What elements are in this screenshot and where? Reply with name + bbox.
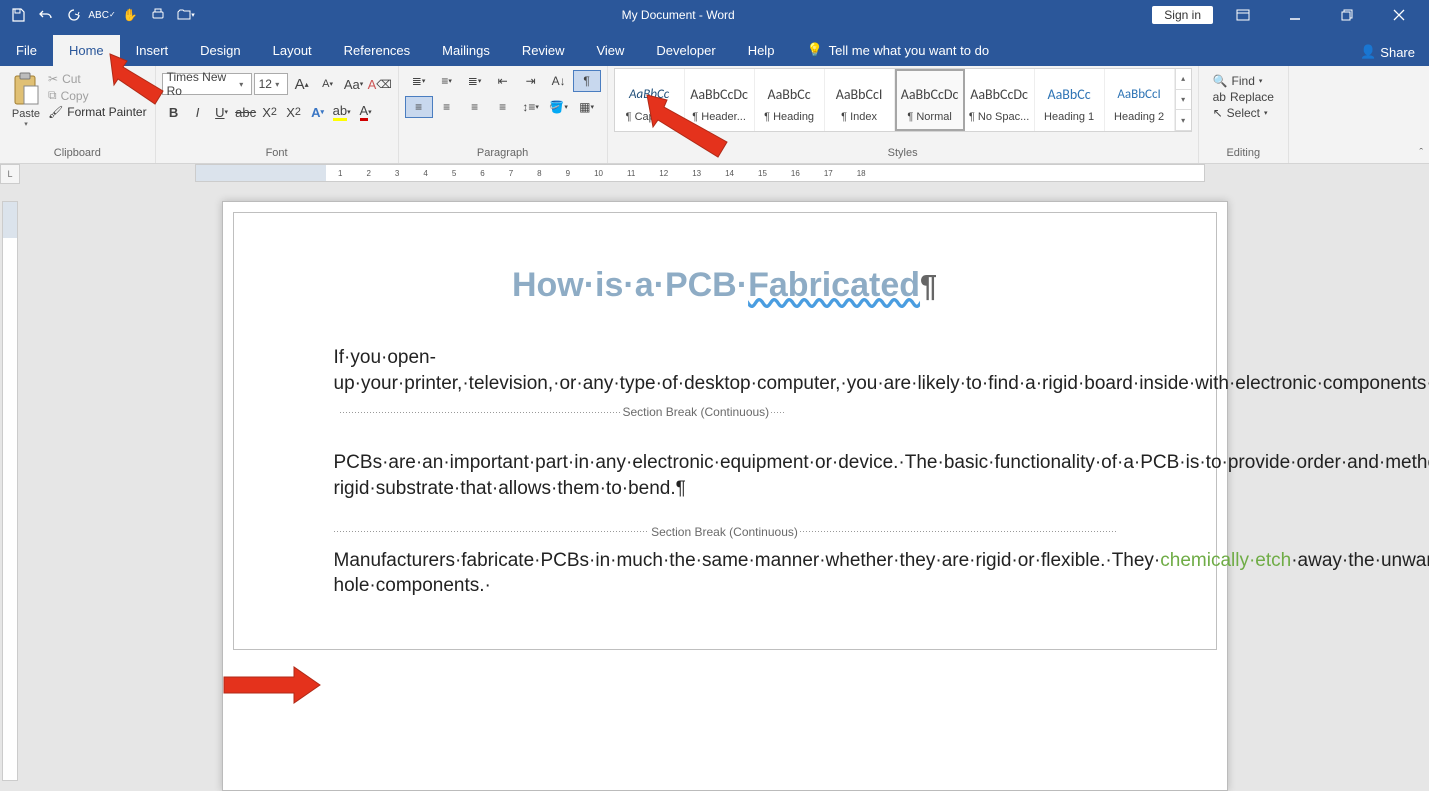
multilevel-icon[interactable]: ≣▾ <box>461 70 489 92</box>
group-paragraph: ≣▾ ≡▾ ≣▾ ⇤ ⇥ A↓ ¶ ≡ ≡ ≡ ≡ ↕≡▾ 🪣▾ ▦▾ Para… <box>399 66 608 163</box>
title-bar: ABC✓ ✋ ▾ My Document - Word Sign in <box>0 0 1429 30</box>
menu-bar: File Home Insert Design Layout Reference… <box>0 30 1429 66</box>
shrink-font-icon[interactable]: A▾ <box>316 72 340 96</box>
align-left-icon[interactable]: ≡ <box>405 96 433 118</box>
group-font: Times New Ro▾ 12▾ A▴ A▾ Aa▾ A⌫ B I U▾ ab… <box>156 66 399 163</box>
style-item[interactable]: AaBbCcIHeading 2 <box>1105 69 1175 131</box>
bold-button[interactable]: B <box>162 100 186 124</box>
paste-icon <box>11 72 41 108</box>
section-break-mark: Section Break (Continuous) <box>340 404 786 420</box>
copy-icon: ⧉ <box>48 88 57 103</box>
shading-icon[interactable]: 🪣▾ <box>545 96 573 118</box>
font-name-combo[interactable]: Times New Ro▾ <box>162 73 252 95</box>
search-icon: 🔍 <box>1213 74 1228 88</box>
paste-button[interactable]: Paste ▾ <box>6 68 46 128</box>
spellcheck-icon[interactable]: ABC✓ <box>90 3 114 27</box>
replace-icon: ab <box>1213 90 1226 104</box>
tab-review[interactable]: Review <box>506 35 581 66</box>
font-color-icon[interactable]: A▾ <box>354 100 378 124</box>
font-size-combo[interactable]: 12▾ <box>254 73 288 95</box>
app-title: My Document - Word <box>204 8 1152 22</box>
annotation-arrow <box>105 51 165 116</box>
document-content[interactable]: How·is·a·PCB·Fabricated¶ If·you·open-up·… <box>233 212 1217 650</box>
brush-icon: 🖌 <box>48 105 63 119</box>
scissors-icon: ✂ <box>48 72 58 86</box>
tab-layout[interactable]: Layout <box>257 35 328 66</box>
find-button[interactable]: 🔍Find▾ <box>1213 74 1274 88</box>
minimize-icon[interactable] <box>1273 0 1317 30</box>
tab-file[interactable]: File <box>0 35 53 66</box>
show-hide-pilcrow-button[interactable]: ¶ <box>573 70 601 92</box>
text-effects-icon[interactable]: A▾ <box>306 100 330 124</box>
highlight-color-icon[interactable]: ab▾ <box>330 100 354 124</box>
change-case-icon[interactable]: Aa▾ <box>342 72 366 96</box>
decrease-indent-icon[interactable]: ⇤ <box>489 70 517 92</box>
italic-button[interactable]: I <box>186 100 210 124</box>
bullets-icon[interactable]: ≣▾ <box>405 70 433 92</box>
line-spacing-icon[interactable]: ↕≡▾ <box>517 96 545 118</box>
tell-me-search[interactable]: 💡 Tell me what you want to do <box>790 34 1005 66</box>
collapse-ribbon-icon[interactable]: ˆ <box>1419 147 1423 159</box>
justify-icon[interactable]: ≡ <box>489 96 517 118</box>
cursor-icon: ↖ <box>1213 106 1223 120</box>
sort-icon[interactable]: A↓ <box>545 70 573 92</box>
paragraph-2: PCBs·are·an·important·part·in·any·electr… <box>334 450 1116 501</box>
superscript-button[interactable]: X2 <box>282 100 306 124</box>
hyperlink[interactable]: chemically·etch <box>1160 550 1291 571</box>
paragraph-3: Manufacturers·fabricate·PCBs·in·much·the… <box>334 548 1116 599</box>
group-editing: 🔍Find▾ abReplace ↖Select▾ Editing <box>1199 66 1289 163</box>
tab-references[interactable]: References <box>328 35 426 66</box>
signin-button[interactable]: Sign in <box>1152 6 1213 24</box>
ribbon-display-icon[interactable] <box>1221 0 1265 30</box>
underline-button[interactable]: U▾ <box>210 100 234 124</box>
select-button[interactable]: ↖Select▾ <box>1213 106 1274 120</box>
maximize-icon[interactable] <box>1325 0 1369 30</box>
redo-icon[interactable] <box>62 3 86 27</box>
replace-button[interactable]: abReplace <box>1213 90 1274 104</box>
strikethrough-button[interactable]: abc <box>234 100 258 124</box>
ruler-area: L 123456789101112131415161718 <box>0 164 1429 184</box>
numbering-icon[interactable]: ≡▾ <box>433 70 461 92</box>
paragraph-1: If·you·open-up·your·printer,·television,… <box>334 345 1116 428</box>
annotation-arrow <box>642 92 732 167</box>
undo-icon[interactable] <box>34 3 58 27</box>
hand-icon[interactable]: ✋ <box>118 3 142 27</box>
tab-help[interactable]: Help <box>732 35 791 66</box>
subscript-button[interactable]: X2 <box>258 100 282 124</box>
style-item[interactable]: AaBbCc¶ Heading <box>755 69 825 131</box>
tab-design[interactable]: Design <box>184 35 256 66</box>
borders-icon[interactable]: ▦▾ <box>573 96 601 118</box>
vertical-ruler[interactable] <box>0 184 20 791</box>
save-icon[interactable] <box>6 3 30 27</box>
lightbulb-icon: 💡 <box>806 42 822 58</box>
tab-selector-icon[interactable]: L <box>0 164 20 184</box>
annotation-arrow <box>222 665 322 710</box>
tab-view[interactable]: View <box>580 35 640 66</box>
align-right-icon[interactable]: ≡ <box>461 96 489 118</box>
style-item[interactable]: AaBbCcHeading 1 <box>1035 69 1105 131</box>
page: How·is·a·PCB·Fabricated¶ If·you·open-up·… <box>222 201 1228 791</box>
styles-scroll[interactable]: ▴▾▾ <box>1175 69 1191 131</box>
section-break-mark: Section Break (Continuous) <box>334 524 1116 540</box>
style-item[interactable]: AaBbCcDc¶ No Spac... <box>965 69 1035 131</box>
close-icon[interactable] <box>1377 0 1421 30</box>
print-preview-icon[interactable] <box>146 3 170 27</box>
align-center-icon[interactable]: ≡ <box>433 96 461 118</box>
tab-mailings[interactable]: Mailings <box>426 35 506 66</box>
share-button[interactable]: 👤 Share <box>1360 44 1429 66</box>
open-icon[interactable]: ▾ <box>174 3 198 27</box>
document-title: How·is·a·PCB·Fabricated¶ <box>334 263 1116 309</box>
clear-formatting-icon[interactable]: A⌫ <box>368 72 392 96</box>
style-item[interactable]: AaBbCcDc¶ Normal <box>895 69 965 131</box>
increase-indent-icon[interactable]: ⇥ <box>517 70 545 92</box>
document-area: How·is·a·PCB·Fabricated¶ If·you·open-up·… <box>0 184 1429 791</box>
style-item[interactable]: AaBbCcI¶ Index <box>825 69 895 131</box>
tab-developer[interactable]: Developer <box>640 35 731 66</box>
grow-font-icon[interactable]: A▴ <box>290 72 314 96</box>
share-icon: 👤 <box>1360 44 1376 60</box>
